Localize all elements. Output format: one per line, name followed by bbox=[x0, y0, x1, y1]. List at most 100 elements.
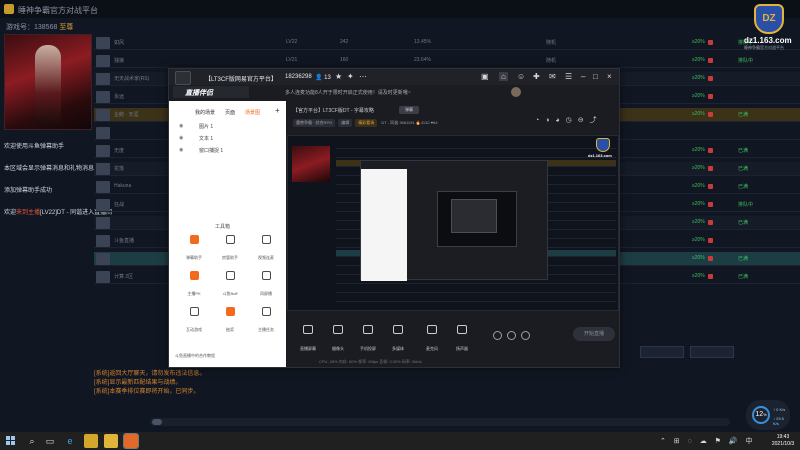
folder-app-icon[interactable] bbox=[104, 434, 118, 448]
scrollbar-thumb[interactable] bbox=[152, 419, 162, 425]
tool-icon bbox=[225, 235, 235, 244]
location-icon[interactable]: ✦ bbox=[347, 72, 354, 81]
toolbar-icon bbox=[363, 325, 373, 334]
platform-action-button[interactable] bbox=[640, 346, 684, 358]
toolbar-icon bbox=[393, 325, 403, 334]
tool-item[interactable]: 弹幕助手 bbox=[177, 235, 211, 261]
cell-rate: ≥20% bbox=[692, 219, 705, 225]
tab-my-scenes[interactable]: 我的场景 bbox=[195, 109, 215, 116]
tool-label: 主播PK bbox=[187, 291, 201, 296]
tool-item[interactable]: 房管助手 bbox=[213, 235, 247, 261]
table-row[interactable]: 如风 LV22 242 13.45% 随机 ≥20% 排队中 bbox=[94, 36, 800, 50]
avatar bbox=[96, 127, 110, 139]
network-speed-widget[interactable]: 12% ↑ 0 K/s ↓ 29.5 K/s bbox=[746, 400, 790, 430]
search-icon[interactable]: ⌕ bbox=[26, 435, 38, 447]
avatar bbox=[96, 73, 110, 85]
layer-item[interactable]: ◉ 窗口捕捉 1 bbox=[179, 147, 223, 154]
tool-label: 斗鱼Buff bbox=[222, 291, 238, 296]
room-tool-icons[interactable]: ◔◑◕◷⊖⤴ bbox=[535, 115, 603, 125]
streaming-app-icon[interactable] bbox=[123, 433, 139, 449]
shield-icon bbox=[596, 138, 610, 152]
hide-icon[interactable] bbox=[507, 331, 516, 340]
mail-icon[interactable]: ✉ bbox=[549, 72, 556, 81]
tutorial-link[interactable]: 斗鱼直播中的合作教程 bbox=[175, 353, 279, 363]
taskbar-clock[interactable]: 19:43 2021/10/3 bbox=[766, 434, 800, 448]
cell-lv: LV21 bbox=[286, 57, 298, 63]
table-row[interactable]: 独狼 LV21 160 23.64% 随机 ≥20% 排队中 bbox=[94, 54, 800, 68]
toolbar-item[interactable]: 直播屏幕 bbox=[293, 325, 323, 355]
platform-action-button[interactable] bbox=[690, 346, 734, 358]
toolbox-title: 工具箱 bbox=[215, 224, 231, 230]
user-icon[interactable]: ☺ bbox=[517, 72, 525, 81]
cell-name: 如风 bbox=[114, 40, 125, 46]
status-flag-icon bbox=[708, 94, 713, 99]
toolbar-item[interactable]: 手机投屏 bbox=[353, 325, 383, 355]
avatar[interactable] bbox=[511, 87, 521, 97]
tool-icon bbox=[189, 271, 199, 280]
toolbar-item[interactable]: 多媒体 bbox=[383, 325, 413, 355]
layer-item[interactable]: ◉ 文本 1 bbox=[179, 135, 213, 142]
toolbar-label: 摄像头 bbox=[332, 346, 344, 351]
weekly-chip[interactable]: 精彩看场 bbox=[355, 119, 378, 127]
camera-icon[interactable] bbox=[493, 331, 502, 340]
horizontal-scrollbar[interactable] bbox=[150, 418, 730, 426]
tool-item[interactable]: 互动游戏 bbox=[177, 307, 211, 333]
tab-pages[interactable]: 页面 bbox=[225, 109, 235, 116]
status-badge: 已满 bbox=[738, 220, 749, 226]
stream-titlebar: 【LT3CF版网易官方平台】 18236298 👤 13 ★ ✦ ⋯ ▣ ⌂ ☺… bbox=[169, 69, 619, 85]
cell-rate: ≥20% bbox=[692, 111, 705, 117]
user-info: 游戏号：138568 至尊 bbox=[6, 24, 74, 31]
settings-icon[interactable] bbox=[521, 331, 530, 340]
tool-item[interactable]: 抽奖 bbox=[213, 307, 247, 333]
more-icon[interactable]: ⋯ bbox=[359, 72, 367, 81]
tool-item[interactable]: 同屏播 bbox=[249, 271, 283, 297]
toolbar-label: 多媒体 bbox=[392, 346, 404, 351]
task-view-icon[interactable]: ▭ bbox=[44, 435, 56, 447]
toolbar-icon bbox=[333, 325, 343, 334]
stream-preview[interactable]: dz1.163.com bbox=[287, 135, 619, 311]
toolbar-item[interactable]: 扬声器 bbox=[447, 325, 477, 355]
maximize-icon[interactable]: □ bbox=[593, 72, 598, 81]
cell-rate: ≥20% bbox=[692, 75, 705, 81]
close-icon[interactable]: × bbox=[607, 72, 612, 81]
status-flag-icon bbox=[708, 40, 713, 45]
layer-item[interactable]: ◉ 图片 1 bbox=[179, 123, 213, 130]
avatar bbox=[96, 163, 110, 175]
room-tag[interactable]: 弹幕 bbox=[399, 106, 419, 114]
star-icon[interactable]: ★ bbox=[335, 72, 342, 81]
status-flag-icon bbox=[708, 256, 713, 261]
tool-item[interactable]: 主播任务 bbox=[249, 307, 283, 333]
cell-name: 永远 bbox=[114, 94, 125, 100]
tool-label: 抽奖 bbox=[226, 327, 234, 332]
status-flag-icon bbox=[708, 238, 713, 243]
game-platform-app-icon[interactable] bbox=[84, 434, 98, 448]
tool-item[interactable]: 斗鱼Buff bbox=[213, 271, 247, 297]
tool-icon bbox=[189, 307, 199, 316]
record-icon[interactable]: ▣ bbox=[481, 72, 489, 81]
home-icon[interactable]: ⌂ bbox=[499, 72, 508, 81]
minimize-icon[interactable]: – bbox=[581, 72, 585, 81]
live-room-title[interactable]: 【官方平台】LT3CF版DT - 字幕攻略 bbox=[293, 107, 374, 114]
edit-button[interactable]: 编辑 bbox=[338, 119, 353, 127]
cell-name: 无天战术家(RS) bbox=[114, 76, 150, 82]
category-chip[interactable]: 魔兽争霸 · 综合RPG bbox=[293, 119, 336, 127]
tool-item[interactable]: 视频连麦 bbox=[249, 235, 283, 261]
system-tray[interactable]: ⌃ ⊞ ◌ ☁ ⚑ 🔊 中 bbox=[660, 436, 756, 446]
menu-icon[interactable]: ☰ bbox=[565, 72, 572, 81]
edge-browser-icon[interactable]: e bbox=[64, 435, 76, 447]
fans-count: 3581191 bbox=[399, 120, 415, 125]
cell-rate: ≥20% bbox=[692, 57, 705, 63]
room-subinfo: 魔兽争霸 · 综合RPG 编辑 精彩看场 DT - 同谐 3581191 🔥4132… bbox=[293, 119, 438, 127]
announcement-text[interactable]: 多人连麦功能8人开于限时开启正式使用！请及时更新哦~ bbox=[285, 89, 411, 96]
avatar bbox=[96, 271, 110, 283]
start-live-button[interactable]: 开始直播 bbox=[573, 327, 615, 341]
windows-start-icon[interactable] bbox=[6, 436, 16, 446]
tool-label: 视频连麦 bbox=[258, 255, 274, 260]
tool-item[interactable]: 主播PK bbox=[177, 271, 211, 297]
add-icon[interactable]: + bbox=[275, 106, 280, 115]
avatar bbox=[96, 253, 110, 265]
toolbar-item[interactable]: 摄像头 bbox=[323, 325, 353, 355]
tab-scene-graph[interactable]: 场景图 bbox=[245, 109, 260, 116]
toolbar-item[interactable]: 麦克风 bbox=[417, 325, 447, 355]
gamepad-icon[interactable]: ✚ bbox=[533, 72, 540, 81]
